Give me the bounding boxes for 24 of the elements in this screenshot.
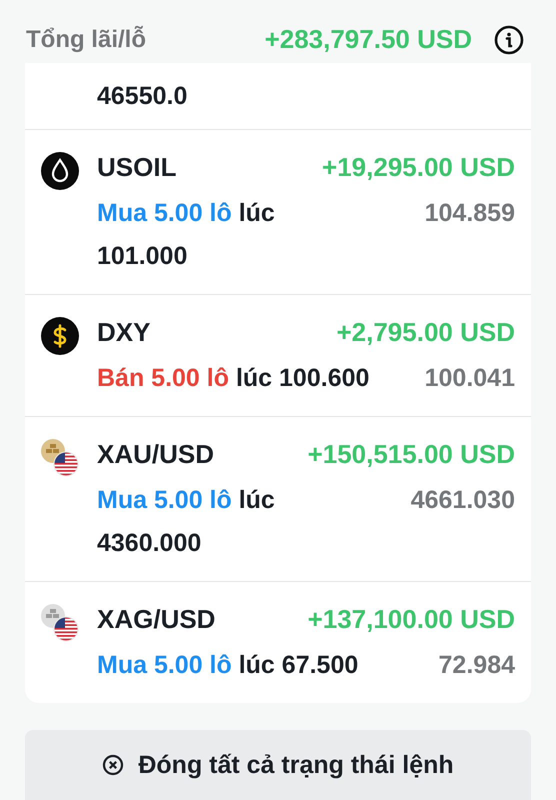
total-pnl-label: Tổng lãi/lỗ — [26, 26, 146, 54]
symbol-name: XAG/USD — [97, 603, 216, 636]
current-price: 104.859 — [424, 198, 515, 230]
position-row[interactable]: USOIL +19,295.00 USD Mua 5.00 lô lúc 101.000 104.859 — [25, 130, 531, 296]
order-detail: Bán 5.00 lô lúc 100.600 — [97, 363, 370, 394]
profit-value: +150,515.00 USD — [308, 438, 515, 472]
total-pnl-value: +283,797.50 USD — [264, 24, 472, 56]
current-price: 100.041 — [424, 363, 515, 394]
symbol-name: DXY — [97, 316, 150, 350]
symbol-name: USOIL — [97, 151, 176, 184]
profit-value: +2,795.00 USD — [336, 316, 515, 350]
order-detail: Mua 5.00 lô lúc 4360.000 — [97, 485, 276, 560]
order-detail: Mua 5.00 lô lúc 67.500 — [97, 650, 358, 682]
position-row[interactable]: DXY +2,795.00 USD Bán 5.00 lô lúc 100.600 100.041 — [25, 295, 531, 418]
current-price: 72.984 — [438, 650, 515, 682]
entry-price: 46550.0 — [97, 81, 188, 112]
symbol-name: XAU/USD — [97, 438, 214, 472]
current-price: 4661.030 — [410, 485, 515, 516]
profit-value: +137,100.00 USD — [308, 603, 515, 636]
position-row[interactable]: XAG/USD +137,100.00 USD Mua 5.00 lô lúc 67.500 72.984 — [25, 582, 531, 704]
profit-value: +19,295.00 USD — [322, 151, 515, 184]
close-all-button[interactable]: Đóng tất cả trạng thái lệnh — [25, 730, 531, 800]
order-detail: Mua 5.00 lô lúc 101.000 — [97, 198, 276, 272]
position-row[interactable]: XAU/USD +150,515.00 USD Mua 5.00 lô lúc 4360.000 4661.030 — [25, 417, 531, 582]
